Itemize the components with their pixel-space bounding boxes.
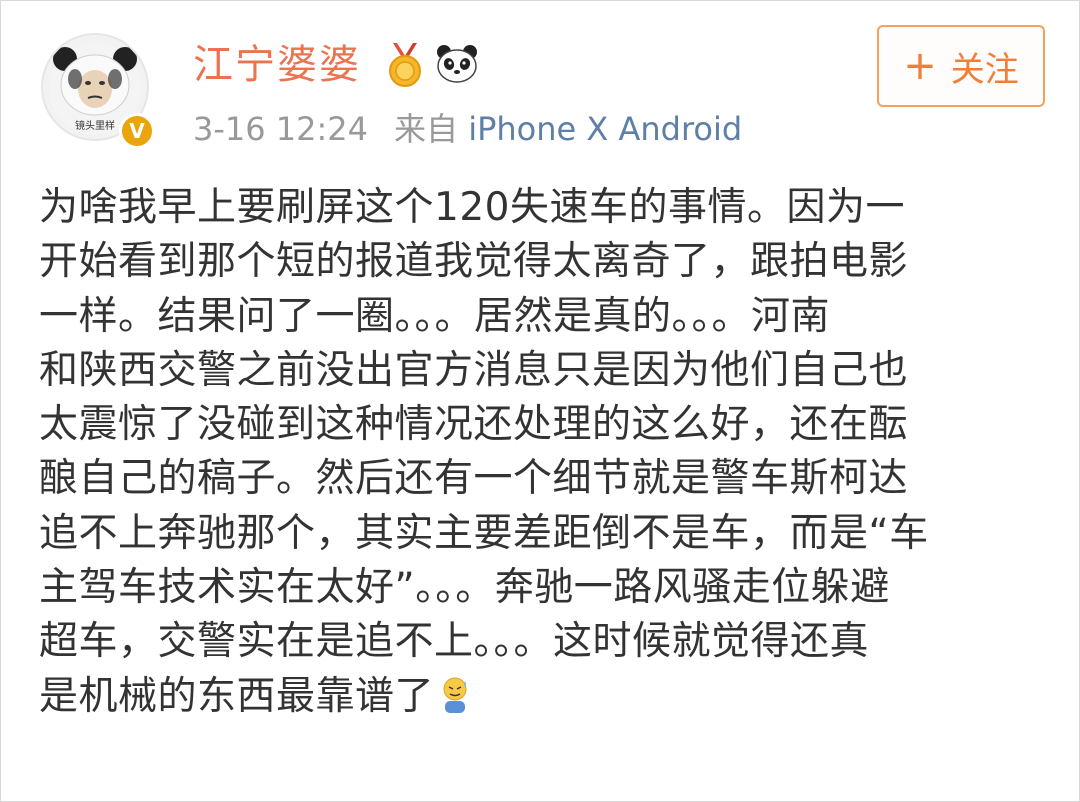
source-prefix: 来自: [394, 110, 459, 148]
post-line-last: 是机械的东西最靠谱了: [39, 670, 1044, 724]
post-line: 开始看到那个短的报道我觉得太离奇了，跟拍电影: [39, 239, 909, 285]
post-line: 超车，交警实在是追不上。。。这时候就觉得还真: [39, 619, 870, 665]
post-line: 一样。结果问了一圈。。。居然是真的。。。河南: [39, 293, 831, 339]
post-line: 主驾车技术实在太好”。。。奔驰一路风骚走位躲避: [39, 565, 890, 611]
follow-label: 关注: [950, 49, 1019, 90]
post-time: 3-16 12:24: [193, 110, 369, 148]
post-line: 追不上奔驰那个，其实主要差距倒不是车，而是“车: [39, 510, 929, 556]
gold-medal-icon: [389, 43, 421, 87]
post-line: 太震惊了没碰到这种情况还处理的这么好，还在酝: [39, 402, 909, 448]
panda-icon: [437, 45, 477, 83]
source-device-link[interactable]: iPhone X Android: [468, 110, 742, 148]
plus-icon: +: [903, 43, 937, 89]
post-body: 为啥我早上要刷屏这个120失速车的事情。因为一 开始看到那个短的报道我觉得太离奇…: [39, 181, 1044, 724]
post-line: 为啥我早上要刷屏这个120失速车的事情。因为一: [39, 185, 905, 230]
sweat-smile-emoji-icon: [443, 677, 467, 713]
post-card: 镜头里样 V 江宁婆婆 3-16 12:24 来自 iPhone X Androi…: [0, 0, 1080, 802]
follow-button[interactable]: + 关注: [877, 25, 1045, 107]
post-line-text: 是机械的东西最靠谱了: [39, 673, 435, 719]
verified-badge-icon: V: [119, 113, 155, 149]
post-line: 酿自己的稿子。然后还有一个细节就是警车斯柯达: [39, 456, 909, 502]
post-line: 和陕西交警之前没出官方消息只是因为他们自己也: [39, 347, 909, 393]
post-meta: 3-16 12:24 来自 iPhone X Android: [193, 107, 742, 151]
username[interactable]: 江宁婆婆: [193, 37, 361, 93]
